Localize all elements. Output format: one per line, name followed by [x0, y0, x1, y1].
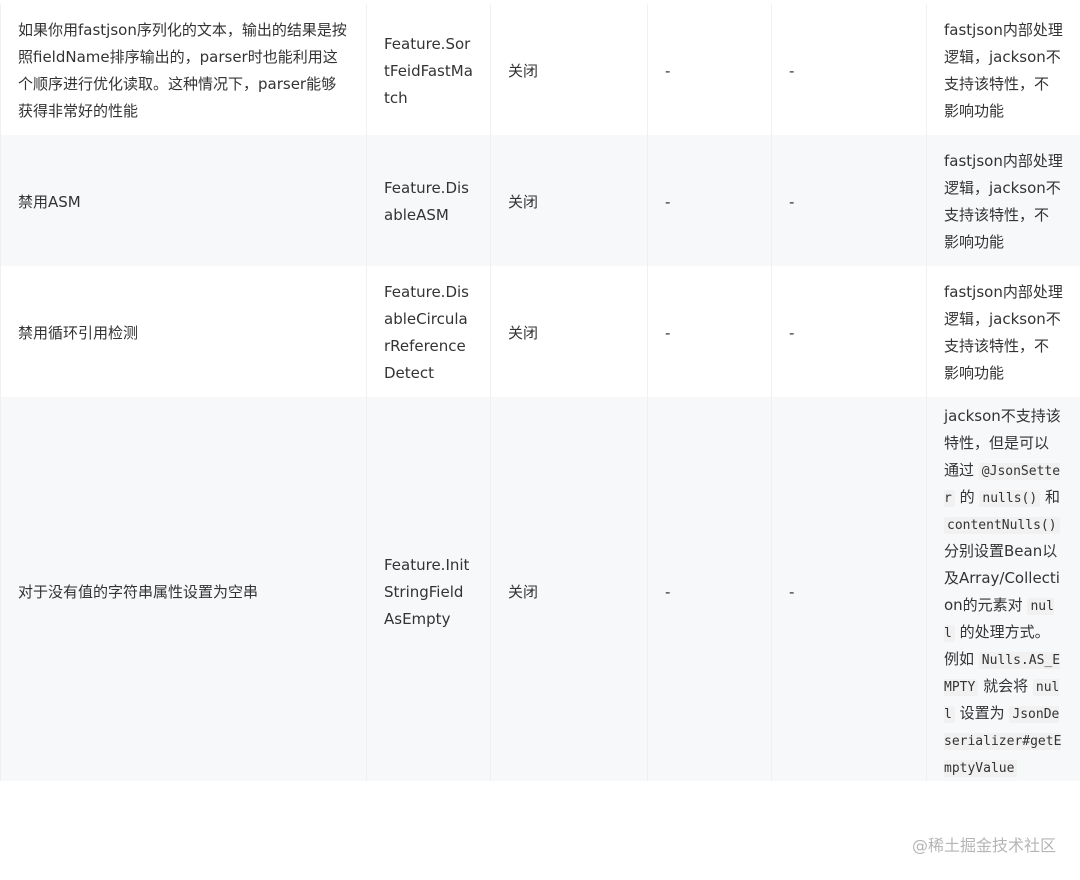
jackson-feature-cell: - [647, 266, 772, 397]
table-row: 对于没有值的字符串属性设置为空串 Feature.InitStringField… [0, 397, 1080, 781]
notes-cell: jackson不支持该特性，但是可以通过 @JsonSetter 的 nulls… [926, 397, 1080, 781]
feature-cell: Feature.DisableCircularReferenceDetect [366, 266, 491, 397]
jackson-feature-cell: - [647, 397, 772, 781]
default-cell: 关闭 [490, 266, 648, 397]
table-row: 禁用ASM Feature.DisableASM 关闭 - - fastjson… [0, 135, 1080, 266]
notes-text-segment: 和 [1044, 488, 1060, 506]
default-cell: 关闭 [490, 135, 648, 266]
jackson-default-cell: - [771, 135, 927, 266]
feature-cell: Feature.SortFeidFastMatch [366, 4, 491, 135]
page: 如果你用fastjson序列化的文本，输出的结果是按照fieldName排序输出… [0, 0, 1080, 880]
jackson-feature-cell: - [647, 4, 772, 135]
default-cell: 关闭 [490, 397, 648, 781]
jackson-default-cell: - [771, 397, 927, 781]
jackson-default-cell: - [771, 266, 927, 397]
description-cell: 禁用ASM [0, 135, 367, 266]
jackson-feature-cell: - [647, 135, 772, 266]
watermark: @稀土掘金技术社区 [911, 836, 1056, 855]
notes-text-segment: 就会将 [983, 677, 1029, 695]
notes-text-segment: 的 [959, 488, 975, 506]
inline-code: contentNulls() [944, 517, 1060, 534]
description-cell: 禁用循环引用检测 [0, 266, 367, 397]
description-cell: 对于没有值的字符串属性设置为空串 [0, 397, 367, 781]
table-row: 如果你用fastjson序列化的文本，输出的结果是按照fieldName排序输出… [0, 4, 1080, 135]
notes-cell: fastjson内部处理逻辑，jackson不支持该特性，不影响功能 [926, 4, 1080, 135]
feature-cell: Feature.DisableASM [366, 135, 491, 266]
table-row: 禁用循环引用检测 Feature.DisableCircularReferenc… [0, 266, 1080, 397]
feature-cell: Feature.InitStringFieldAsEmpty [366, 397, 491, 781]
notes-text: jackson不支持该特性，但是可以通过 @JsonSetter 的 nulls… [944, 403, 1063, 781]
inline-code: nulls() [979, 490, 1041, 507]
jackson-default-cell: - [771, 4, 927, 135]
notes-text-segment: 设置为 [959, 704, 1005, 722]
notes-cell: fastjson内部处理逻辑，jackson不支持该特性，不影响功能 [926, 266, 1080, 397]
feature-table: 如果你用fastjson序列化的文本，输出的结果是按照fieldName排序输出… [0, 4, 1080, 781]
default-cell: 关闭 [490, 4, 648, 135]
description-cell: 如果你用fastjson序列化的文本，输出的结果是按照fieldName排序输出… [0, 4, 367, 135]
notes-cell: fastjson内部处理逻辑，jackson不支持该特性，不影响功能 [926, 135, 1080, 266]
